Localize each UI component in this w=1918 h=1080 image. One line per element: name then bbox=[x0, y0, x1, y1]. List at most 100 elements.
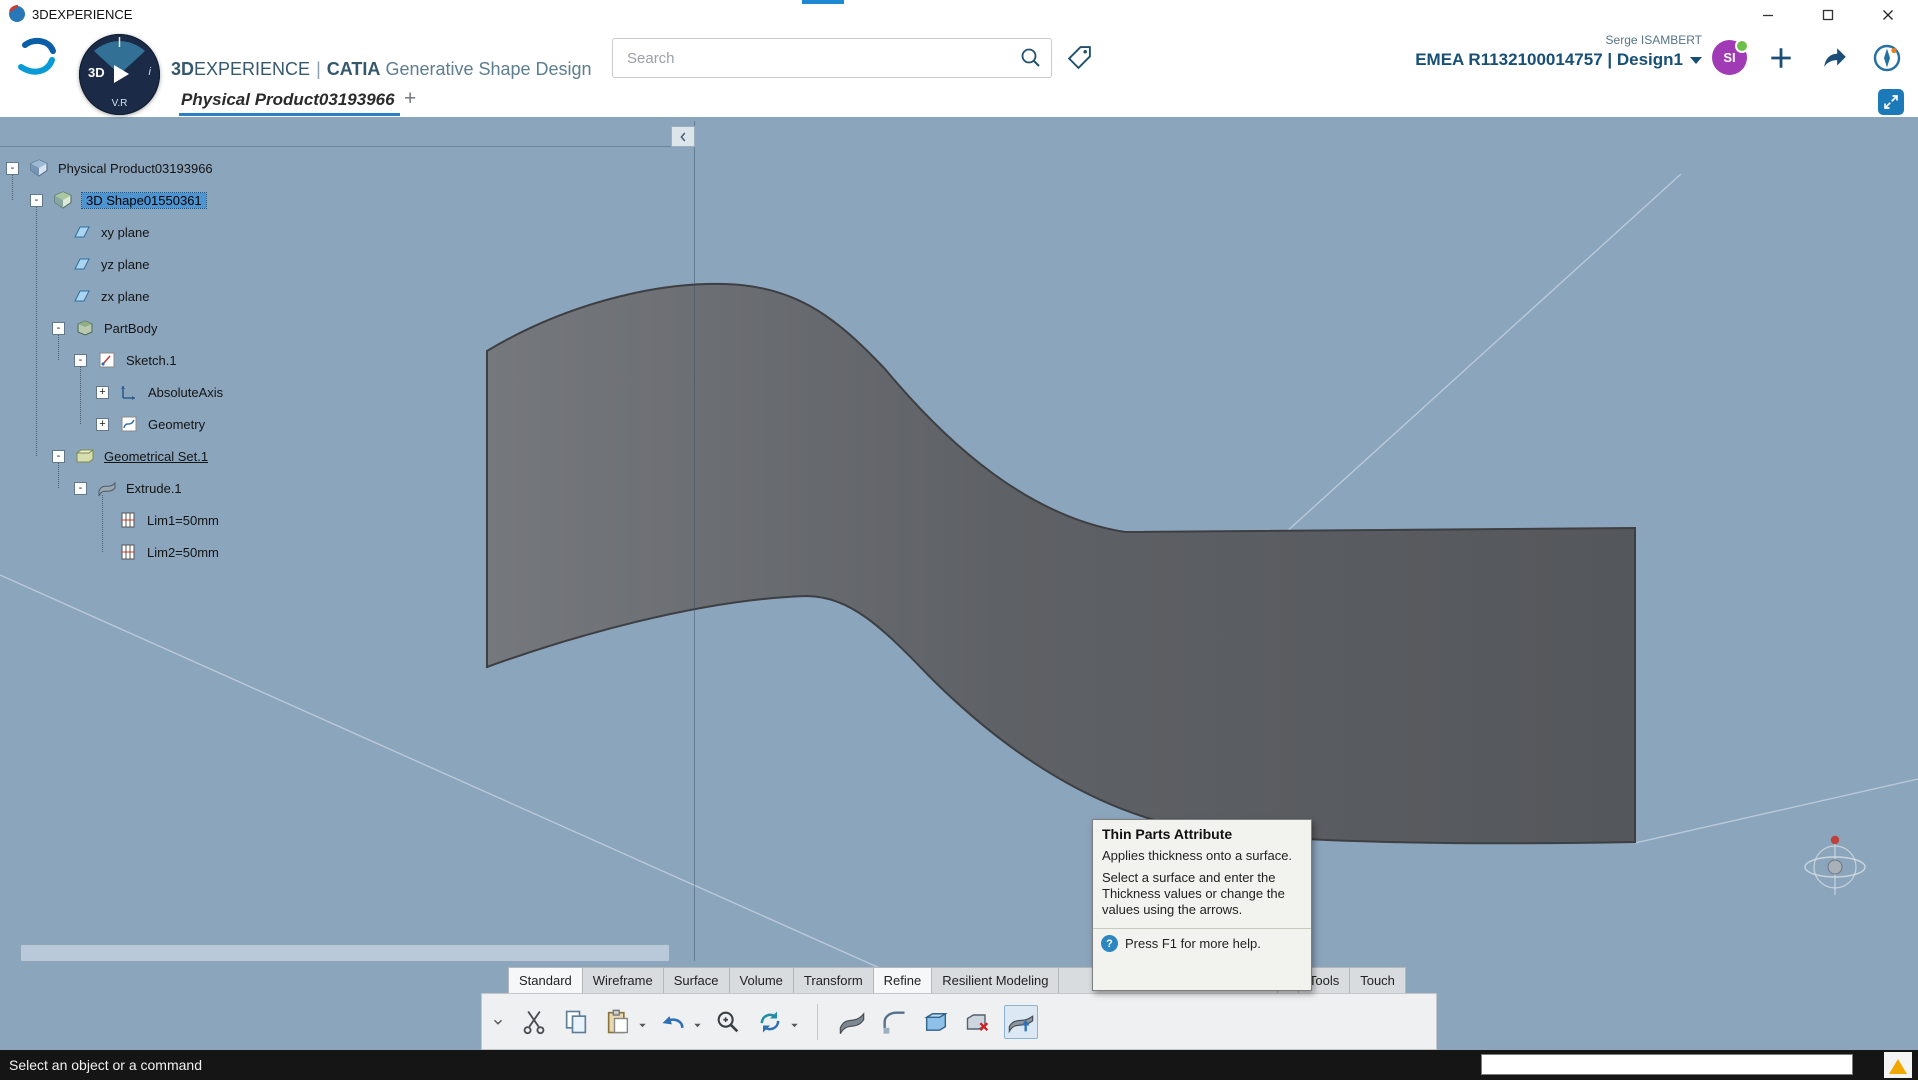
close-surface-icon bbox=[924, 1012, 948, 1031]
help-compass-button[interactable] bbox=[1872, 43, 1902, 73]
tooltip: Thin Parts Attribute Applies thickness o… bbox=[1092, 819, 1312, 991]
tree-item-label[interactable]: AbsoluteAxis bbox=[148, 385, 223, 400]
compass-vr-label[interactable]: V.R bbox=[79, 98, 160, 109]
tab-volume[interactable]: Volume bbox=[729, 967, 794, 993]
tab-touch[interactable]: Touch bbox=[1350, 967, 1406, 993]
tree-expand-toggle[interactable]: - bbox=[6, 161, 19, 175]
fullscreen-toggle-button[interactable] bbox=[1878, 89, 1904, 115]
tree-item-3d-shape[interactable]: - 3D Shape01550361 bbox=[0, 184, 724, 216]
search-icon[interactable] bbox=[1019, 46, 1043, 70]
toolbar-separator bbox=[817, 1003, 818, 1040]
compass-info-label[interactable]: i bbox=[149, 66, 151, 78]
tree-item-sketch[interactable]: - Sketch.1 bbox=[0, 344, 768, 376]
tree-item-label[interactable]: Sketch.1 bbox=[126, 353, 177, 368]
tree-item-yz-plane[interactable]: yz plane bbox=[0, 248, 766, 280]
share-button[interactable] bbox=[1820, 43, 1850, 73]
tree-item-geometrical-set[interactable]: - Geometrical Set.1 bbox=[0, 440, 746, 472]
tree-item-label[interactable]: Physical Product03193966 bbox=[58, 161, 213, 176]
tree-item-zx-plane[interactable]: zx plane bbox=[0, 280, 766, 312]
warning-indicator[interactable] bbox=[1884, 1052, 1912, 1078]
extrude-icon bbox=[97, 479, 117, 497]
tab-standard[interactable]: Standard bbox=[508, 967, 583, 993]
sketch-icon bbox=[97, 351, 117, 369]
paste-button[interactable] bbox=[602, 1006, 634, 1038]
zoom-fit-button[interactable] bbox=[712, 1006, 744, 1038]
tab-resilient-modeling[interactable]: Resilient Modeling bbox=[932, 967, 1060, 993]
thin-parts-attribute-icon bbox=[1008, 1014, 1034, 1034]
paste-dropdown-caret[interactable] bbox=[638, 1017, 647, 1028]
undo-dropdown-caret[interactable] bbox=[693, 1017, 702, 1028]
tree-item-label[interactable]: xy plane bbox=[101, 225, 149, 240]
tag-icon[interactable] bbox=[1066, 44, 1093, 71]
3ds-logo-icon[interactable] bbox=[12, 36, 62, 80]
compass-help-icon bbox=[1873, 44, 1901, 72]
maximize-button[interactable] bbox=[1805, 0, 1851, 29]
brand-bold: 3D bbox=[171, 59, 195, 79]
workspace-selector[interactable]: EMEA R1132100014757 | Design1 bbox=[1415, 50, 1702, 70]
tree-item-physical-product[interactable]: - Physical Product03193966 bbox=[0, 152, 700, 184]
corner-button[interactable] bbox=[878, 1006, 910, 1038]
tree-item-label[interactable]: PartBody bbox=[104, 321, 157, 336]
tree-item-lim1[interactable]: Lim1=50mm bbox=[0, 504, 812, 536]
status-message: Select an object or a command bbox=[9, 1057, 202, 1073]
close-surface-button[interactable] bbox=[920, 1006, 952, 1038]
add-content-button[interactable] bbox=[1766, 43, 1796, 73]
search-input[interactable] bbox=[625, 46, 1009, 70]
tree-expand-toggle[interactable]: - bbox=[74, 353, 87, 367]
offset-surface-button[interactable] bbox=[836, 1006, 868, 1038]
tab-transform[interactable]: Transform bbox=[793, 967, 874, 993]
3dexperience-compass[interactable]: 3D V.R i bbox=[79, 34, 160, 115]
sew-surface-button[interactable] bbox=[962, 1006, 994, 1038]
tree-item-xy-plane[interactable]: xy plane bbox=[0, 216, 766, 248]
compass-play-icon[interactable] bbox=[114, 65, 129, 83]
tab-refine[interactable]: Refine bbox=[873, 967, 933, 993]
workspace-label: EMEA R1132100014757 | Design1 bbox=[1415, 50, 1683, 69]
avatar[interactable]: SI bbox=[1712, 39, 1749, 75]
geometry-icon bbox=[119, 415, 139, 433]
close-icon bbox=[1883, 9, 1893, 20]
tree-item-label[interactable]: Lim1=50mm bbox=[147, 513, 219, 528]
tree-expand-toggle[interactable]: - bbox=[52, 321, 65, 335]
close-button[interactable] bbox=[1865, 0, 1911, 29]
tree-expand-toggle[interactable]: - bbox=[30, 193, 43, 207]
command-input[interactable] bbox=[1481, 1054, 1853, 1075]
tree-item-partbody[interactable]: - PartBody bbox=[0, 312, 746, 344]
minimize-icon bbox=[1763, 14, 1773, 16]
update-dropdown-caret[interactable] bbox=[790, 1017, 799, 1028]
tree-item-geometry[interactable]: + Geometry bbox=[0, 408, 790, 440]
tree-item-label[interactable]: yz plane bbox=[101, 257, 149, 272]
tree-item-label[interactable]: Extrude.1 bbox=[126, 481, 182, 496]
tree-item-label[interactable]: zx plane bbox=[101, 289, 149, 304]
tree-item-label[interactable]: Lim2=50mm bbox=[147, 545, 219, 560]
thin-parts-attribute-button[interactable] bbox=[1004, 1004, 1038, 1039]
toolbar-expand-button[interactable] bbox=[488, 1006, 508, 1038]
tree-expand-toggle[interactable]: - bbox=[74, 481, 87, 495]
minimize-button[interactable] bbox=[1745, 0, 1791, 29]
tree-expand-toggle[interactable]: + bbox=[96, 417, 109, 431]
copy-button[interactable] bbox=[560, 1006, 592, 1038]
new-tab-button[interactable]: + bbox=[404, 87, 416, 111]
undo-button[interactable] bbox=[657, 1006, 689, 1038]
cut-button[interactable] bbox=[518, 1006, 550, 1038]
update-button[interactable] bbox=[754, 1006, 786, 1038]
tree-item-extrude[interactable]: - Extrude.1 bbox=[0, 472, 768, 504]
tree-collapse-button[interactable] bbox=[671, 126, 695, 147]
tree-expand-toggle[interactable]: - bbox=[52, 449, 65, 463]
tab-surface[interactable]: Surface bbox=[663, 967, 730, 993]
compass-3d-label[interactable]: 3D bbox=[88, 65, 105, 80]
share-icon bbox=[1824, 48, 1846, 67]
tree-item-absoluteaxis[interactable]: + AbsoluteAxis bbox=[0, 376, 790, 408]
top-accent-bar bbox=[802, 0, 844, 4]
tab-wireframe[interactable]: Wireframe bbox=[582, 967, 664, 993]
document-tab[interactable]: Physical Product03193966 bbox=[181, 86, 395, 114]
tree-horizontal-scrollbar[interactable] bbox=[20, 944, 670, 962]
tree-item-lim2[interactable]: Lim2=50mm bbox=[0, 536, 812, 568]
document-tab-bar: Physical Product03193966 + bbox=[0, 86, 1918, 117]
tree-item-label-selected[interactable]: 3D Shape01550361 bbox=[81, 191, 207, 209]
tree-item-label[interactable]: Geometry bbox=[148, 417, 205, 432]
tree-expand-toggle[interactable]: + bbox=[96, 385, 109, 399]
avatar-initials: SI bbox=[1723, 50, 1736, 65]
3d-viewport[interactable]: - Physical Product03193966 - 3D Shape015… bbox=[0, 117, 1918, 1050]
tree-item-label-in-work[interactable]: Geometrical Set.1 bbox=[104, 449, 208, 464]
resize-arrows-icon bbox=[1884, 95, 1898, 109]
